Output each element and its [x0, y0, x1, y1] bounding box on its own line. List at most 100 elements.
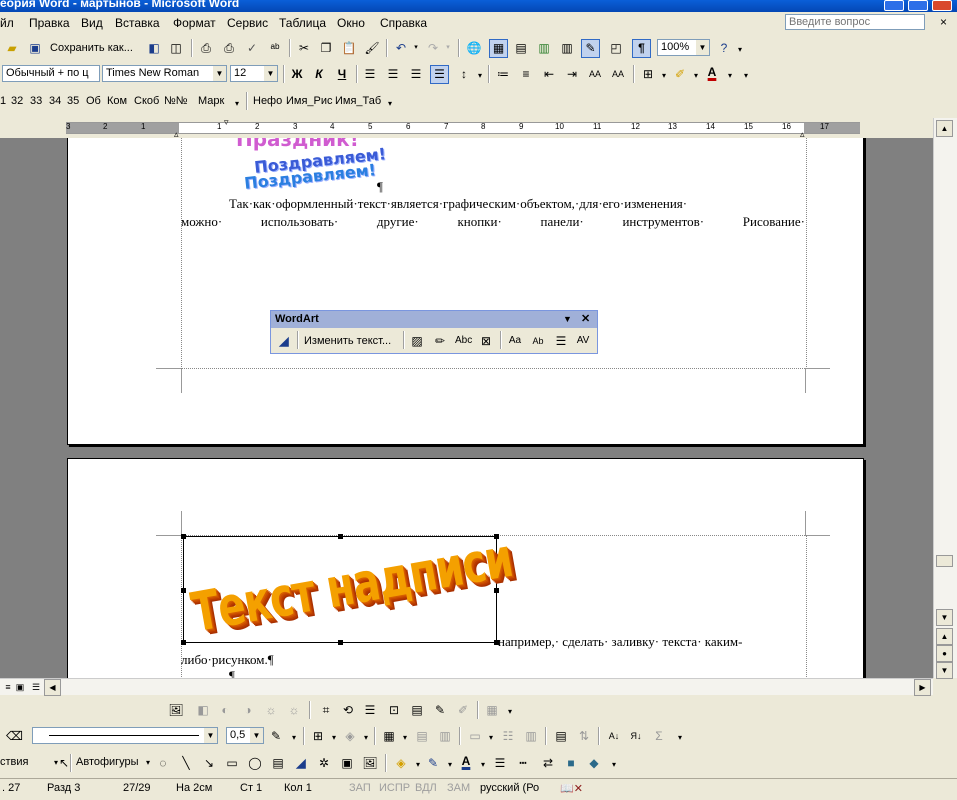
research-icon[interactable]: ◧	[146, 40, 162, 56]
toolbar-menu-icon[interactable]: ▼	[563, 311, 572, 328]
bullets-icon[interactable]: ≡	[518, 66, 534, 82]
border-color-icon[interactable]: ✎	[268, 728, 284, 744]
line-style-icon[interactable]: ☰	[492, 755, 508, 771]
menu-table[interactable]: Таблица	[279, 16, 326, 30]
menu-view[interactable]: Вид	[81, 16, 103, 30]
close-icon[interactable]: ✕	[581, 311, 590, 328]
set-transparent-icon[interactable]: ✐	[455, 702, 471, 718]
scroll-right-icon[interactable]: ▶	[914, 679, 931, 696]
oval-icon[interactable]: ◯	[247, 755, 263, 771]
wordart-shape-icon[interactable]: Abc	[455, 333, 472, 349]
insert-table-icon[interactable]: ▤	[513, 40, 529, 56]
resize-handle[interactable]	[494, 588, 499, 593]
horizontal-ruler[interactable]: 3 2 1 1 2 3 4 5 6 7 8 9 10 11 12 13 14 1…	[0, 117, 933, 139]
font-color-icon[interactable]: A	[704, 64, 720, 80]
font-color-dropdown-icon[interactable]: ▾	[722, 68, 738, 84]
browse-object-icon[interactable]: ●	[936, 645, 953, 662]
paragraph-line[interactable]: например,· сделать· заливку· текста· как…	[498, 634, 743, 650]
macro-button[interactable]: 1	[0, 95, 6, 107]
autoshapes-dropdown-icon[interactable]: ▾	[140, 755, 156, 771]
text-wrap-icon[interactable]: ▤	[409, 702, 425, 718]
web-view-icon[interactable]: ▣	[12, 679, 28, 695]
justify-icon[interactable]: ☰	[430, 65, 449, 84]
shading-icon[interactable]: ◈	[342, 728, 358, 744]
bold-icon[interactable]: Ж	[289, 66, 305, 82]
toolbar-options-icon[interactable]: ▾	[738, 68, 754, 84]
horizontal-scrollbar[interactable]: ≡ ▣ ☰ ◀ ▶	[0, 678, 933, 696]
macro-button[interactable]: Имя_Рис	[286, 95, 333, 107]
resize-handle[interactable]	[494, 534, 499, 539]
dash-style-icon[interactable]: ┅	[515, 755, 531, 771]
resize-handle[interactable]	[338, 534, 343, 539]
decrease-indent-icon[interactable]: ⇤	[541, 66, 557, 82]
wordart-selection-frame[interactable]: Текст надписи	[181, 527, 517, 645]
shading-dropdown-icon[interactable]: ▾	[358, 730, 374, 746]
shadow-style-icon[interactable]: ■	[563, 755, 579, 771]
toolbar-options-icon[interactable]: ▾	[502, 704, 518, 720]
resize-handle[interactable]	[181, 588, 186, 593]
autosum-icon[interactable]: Σ	[651, 728, 667, 744]
status-extend-selection[interactable]: ВДЛ	[415, 782, 437, 794]
text-box-icon[interactable]: ▤	[270, 755, 286, 771]
edit-text-button[interactable]: Изменить текст...	[304, 335, 391, 347]
tables-borders-icon[interactable]: ▦	[489, 39, 508, 58]
macro-button[interactable]: Ком	[107, 95, 127, 107]
text-wrapping-icon[interactable]: ⊠	[478, 333, 494, 349]
help-icon[interactable]: ?	[716, 40, 732, 56]
maximize-button[interactable]	[908, 0, 928, 11]
close-document-icon[interactable]: ×	[940, 15, 947, 29]
line-spacing-dropdown-icon[interactable]: ▾	[472, 68, 488, 84]
wordart-gallery-icon[interactable]: ▨	[409, 333, 425, 349]
align-cell-dropdown-icon[interactable]: ▾	[483, 730, 499, 746]
drawing-icon[interactable]: ✎	[581, 39, 600, 58]
autoshapes-icon[interactable]: ◌	[155, 755, 171, 771]
previous-page-icon[interactable]: ▲	[936, 628, 953, 645]
paragraph-line[interactable]: Так·как·оформленный·текст·является·графи…	[229, 196, 687, 212]
highlight-dropdown-icon[interactable]: ▾	[688, 68, 704, 84]
font-color-icon[interactable]: A	[458, 753, 474, 769]
minimize-button[interactable]	[884, 0, 904, 11]
macro-button[interactable]: 35	[67, 95, 79, 107]
autoshapes-menu[interactable]: Автофигуры	[76, 756, 139, 768]
compress-icon[interactable]: ⊡	[386, 702, 402, 718]
grow-font-icon[interactable]: AA	[610, 66, 626, 82]
rotate-left-icon[interactable]: ⟲	[340, 702, 356, 718]
resize-handle[interactable]	[181, 640, 186, 645]
spelling-status-icon[interactable]: 📖✕	[560, 782, 583, 795]
increase-indent-icon[interactable]: ⇥	[564, 66, 580, 82]
scroll-thumb[interactable]	[936, 555, 953, 567]
save-as-button[interactable]: Сохранить как...	[50, 42, 133, 54]
arrow-icon[interactable]: ↘	[201, 755, 217, 771]
menu-tools[interactable]: Сервис	[227, 16, 268, 30]
document-area[interactable]: Праздник! Поздравляем! Поздравляем! ¶ Та…	[0, 138, 933, 678]
change-text-direction-icon[interactable]: ⇅	[576, 728, 592, 744]
toolbar-options-icon[interactable]: ▾	[606, 757, 622, 773]
insert-excel-icon[interactable]: ▥	[536, 40, 552, 56]
insert-picture-icon[interactable]: 🖼	[362, 755, 378, 771]
save-icon[interactable]: ▣	[27, 40, 43, 56]
show-marks-icon[interactable]: ¶	[632, 39, 651, 58]
numbering-icon[interactable]: ≔	[495, 66, 511, 82]
print-icon[interactable]: ⎙	[198, 40, 214, 56]
close-window-button[interactable]	[932, 0, 952, 11]
menu-window[interactable]: Окно	[337, 16, 365, 30]
fill-color-icon[interactable]: ◈	[393, 755, 409, 771]
sort-ascending-icon[interactable]: А↓	[606, 728, 622, 744]
clip-art-icon[interactable]: ▣	[339, 755, 355, 771]
toolbar-options-icon[interactable]: ▾	[382, 96, 398, 112]
open-icon[interactable]: ▰	[4, 40, 20, 56]
line-color-icon[interactable]: ✎	[425, 755, 441, 771]
distribute-columns-icon[interactable]: ▥	[523, 728, 539, 744]
paragraph-line[interactable]: либо·рисунком.¶	[181, 652, 274, 668]
scroll-down-icon[interactable]: ▼	[936, 609, 953, 626]
3d-style-icon[interactable]: ◆	[586, 755, 602, 771]
sort-descending-icon[interactable]: Я↓	[628, 728, 644, 744]
less-brightness-icon[interactable]: ☼	[286, 702, 302, 718]
line-icon[interactable]: ╲	[178, 755, 194, 771]
font-color-dropdown-icon[interactable]: ▾	[475, 757, 491, 773]
menu-edit[interactable]: Правка	[29, 16, 70, 30]
status-overtype[interactable]: ЗАМ	[447, 782, 470, 794]
line-spacing-icon[interactable]: ↕	[456, 66, 472, 82]
print-preview-icon[interactable]: ⎙	[221, 40, 237, 56]
arrow-style-icon[interactable]: ⇄	[540, 755, 556, 771]
